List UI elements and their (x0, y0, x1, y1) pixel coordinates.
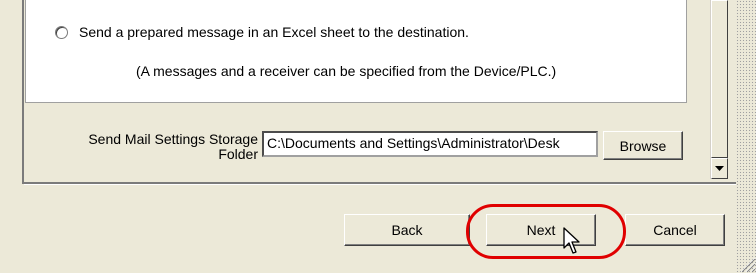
resize-grip-icon[interactable] (736, 253, 756, 273)
scroll-down-button[interactable] (711, 158, 728, 179)
browse-button[interactable]: Browse (603, 131, 683, 160)
group-frame-left (22, 0, 24, 184)
radio-button-icon[interactable] (55, 26, 68, 39)
storage-folder-label: Send Mail Settings Storage Folder (88, 132, 258, 162)
back-button[interactable]: Back (344, 214, 470, 246)
group-frame-highlight (24, 184, 736, 185)
cancel-button[interactable]: Cancel (625, 214, 725, 246)
mouse-pointer-icon (563, 227, 580, 254)
option-group: Send a prepared message in an Excel shee… (25, 0, 687, 103)
window-edge (736, 0, 756, 273)
scroll-thumb[interactable] (711, 0, 728, 158)
send-excel-option-label[interactable]: Send a prepared message in an Excel shee… (79, 24, 469, 40)
vertical-scrollbar[interactable] (710, 0, 728, 179)
storage-folder-label-line2: Folder (218, 146, 258, 162)
storage-folder-input[interactable]: C:\Documents and Settings\Administrator\… (262, 131, 598, 157)
send-excel-option-note: (A messages and a receiver can be specif… (136, 63, 557, 79)
storage-folder-label-line1: Send Mail Settings Storage (88, 131, 258, 147)
scroll-down-arrow-icon (715, 166, 724, 171)
